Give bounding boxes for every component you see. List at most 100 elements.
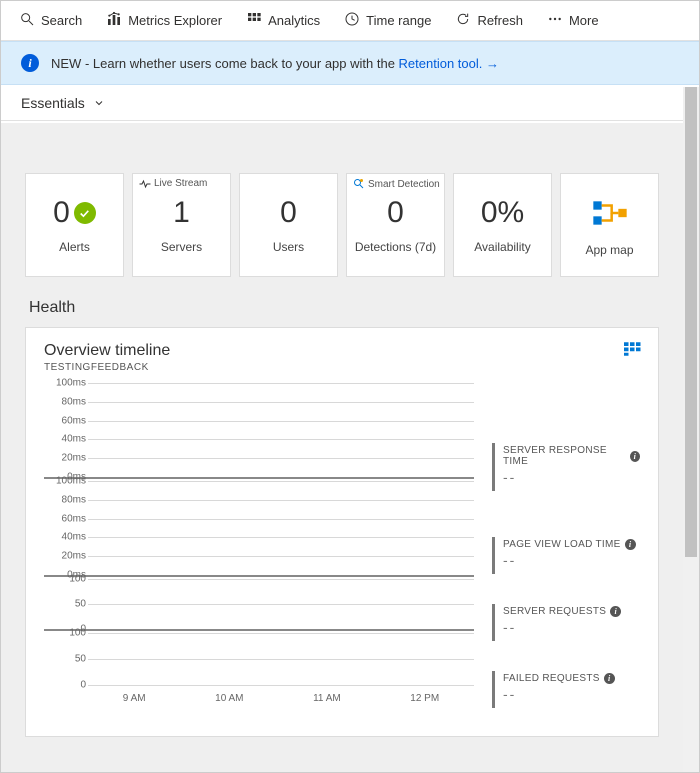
toolbar-metrics[interactable]: Metrics Explorer (96, 5, 232, 36)
info-icon[interactable]: i (625, 539, 636, 550)
xtick: 11 AM (313, 693, 341, 704)
tile-servers-corner: Live Stream (154, 178, 207, 189)
overview-timeline-card[interactable]: Overview timeline TESTINGFEEDBACK 100ms … (25, 327, 659, 737)
tile-detections-corner: Smart Detection (368, 179, 440, 190)
tile-servers-value: 1 (173, 196, 190, 230)
info-icon[interactable]: i (630, 451, 640, 462)
chart-panel-2: 100ms 80ms 60ms 40ms 20ms 0ms (44, 481, 474, 577)
chevron-down-icon (93, 97, 105, 109)
tile-detections[interactable]: Smart Detection 0 Detections (7d) (346, 173, 445, 277)
tile-availability-label: Availability (474, 240, 530, 254)
ytick: 100ms (56, 378, 86, 389)
xtick: 12 PM (410, 693, 439, 704)
tile-users-label: Users (273, 240, 304, 254)
tile-appmap-label: App map (585, 243, 633, 257)
toolbar-metrics-label: Metrics Explorer (128, 13, 222, 28)
legend-name: FAILED REQUESTS (503, 673, 600, 684)
chart-legend: SERVER RESPONSE TIME i -- PAGE VIEW LOAD … (492, 383, 640, 708)
ytick: 40ms (62, 532, 86, 543)
clock-icon (344, 11, 360, 30)
chart-panel-1: 100ms 80ms 60ms 40ms 20ms 0ms (44, 383, 474, 479)
toolbar-timerange[interactable]: Time range (334, 5, 441, 36)
chart-area: 100ms 80ms 60ms 40ms 20ms 0ms 100ms 80ms… (44, 383, 640, 708)
tile-users[interactable]: 0 Users (239, 173, 338, 277)
toolbar-analytics[interactable]: Analytics (236, 5, 330, 36)
essentials-toggle[interactable]: Essentials (1, 85, 699, 121)
appmap-icon (590, 193, 630, 233)
ytick: 60ms (62, 513, 86, 524)
toolbar-refresh[interactable]: Refresh (445, 5, 533, 36)
toolbar-search-label: Search (41, 13, 82, 28)
legend-value: -- (503, 552, 640, 568)
ytick: 80ms (62, 494, 86, 505)
legend-value: -- (503, 469, 640, 485)
xtick: 9 AM (123, 693, 146, 704)
chart-subtitle: TESTINGFEEDBACK (44, 362, 640, 373)
tile-detections-label: Detections (7d) (355, 240, 436, 254)
legend-item: FAILED REQUESTS i -- (492, 671, 640, 708)
scrollbar-thumb[interactable] (685, 87, 697, 557)
pulse-icon (139, 179, 151, 189)
grid-view-icon[interactable] (624, 342, 642, 361)
legend-value: -- (503, 619, 640, 635)
tile-alerts[interactable]: 0 Alerts (25, 173, 124, 277)
chart-title: Overview timeline (44, 342, 640, 360)
info-icon: i (21, 54, 39, 72)
chart-panel-3: 100 50 0 (44, 579, 474, 631)
legend-name: SERVER REQUESTS (503, 606, 606, 617)
info-icon[interactable]: i (610, 606, 621, 617)
info-icon[interactable]: i (604, 673, 615, 684)
legend-item: SERVER RESPONSE TIME i -- (492, 443, 640, 491)
toolbar-timerange-label: Time range (366, 13, 431, 28)
scrollbar[interactable] (683, 87, 699, 772)
toolbar-analytics-label: Analytics (268, 13, 320, 28)
legend-item: SERVER REQUESTS i -- (492, 604, 640, 641)
tile-appmap[interactable]: App map (560, 173, 659, 277)
main-content: 0 Alerts Live Stream 1 Servers 0 Users S… (1, 123, 683, 772)
tile-alerts-label: Alerts (59, 240, 90, 254)
magnify-alert-icon (353, 178, 365, 190)
check-ok-icon (74, 202, 96, 224)
ytick: 20ms (62, 551, 86, 562)
toolbar-more-label: More (569, 13, 599, 28)
tile-servers-label: Servers (161, 240, 202, 254)
chart-stack: 100ms 80ms 60ms 40ms 20ms 0ms 100ms 80ms… (44, 383, 474, 708)
tile-availability-value: 0% (481, 196, 524, 230)
health-heading: Health (29, 299, 659, 317)
chart-panel-4: 100 50 0 (44, 633, 474, 685)
ytick: 100 (69, 574, 86, 585)
ytick: 100 (69, 628, 86, 639)
tile-users-value: 0 (280, 196, 297, 230)
legend-value: -- (503, 686, 640, 702)
toolbar-search[interactable]: Search (9, 5, 92, 36)
arrow-right-icon[interactable]: → (486, 56, 499, 71)
banner-link[interactable]: Retention tool. (399, 56, 483, 71)
toolbar: Search Metrics Explorer Analytics Time r… (1, 1, 699, 41)
chart-xaxis: 9 AM 10 AM 11 AM 12 PM (88, 687, 474, 707)
search-icon (19, 11, 35, 30)
bar-chart-icon (106, 11, 122, 30)
grid-icon (246, 11, 262, 30)
toolbar-more[interactable]: More (537, 5, 609, 36)
tile-servers[interactable]: Live Stream 1 Servers (132, 173, 231, 277)
ytick: 40ms (62, 434, 86, 445)
banner-prefix: NEW - Learn whether users come back to y… (51, 56, 399, 71)
ytick: 50 (75, 654, 86, 665)
summary-tiles: 0 Alerts Live Stream 1 Servers 0 Users S… (25, 173, 659, 277)
legend-name: PAGE VIEW LOAD TIME (503, 539, 621, 550)
essentials-label: Essentials (21, 95, 85, 111)
ytick: 50 (75, 599, 86, 610)
toolbar-refresh-label: Refresh (477, 13, 523, 28)
banner-text: NEW - Learn whether users come back to y… (51, 56, 499, 71)
tile-detections-value: 0 (387, 196, 404, 230)
more-icon (547, 11, 563, 30)
ytick: 100ms (56, 476, 86, 487)
ytick: 60ms (62, 415, 86, 426)
info-banner: i NEW - Learn whether users come back to… (1, 41, 699, 85)
tile-availability[interactable]: 0% Availability (453, 173, 552, 277)
ytick: 20ms (62, 453, 86, 464)
xtick: 10 AM (215, 693, 243, 704)
ytick: 0 (80, 680, 86, 691)
legend-name: SERVER RESPONSE TIME (503, 445, 626, 467)
tile-alerts-value: 0 (53, 196, 70, 230)
